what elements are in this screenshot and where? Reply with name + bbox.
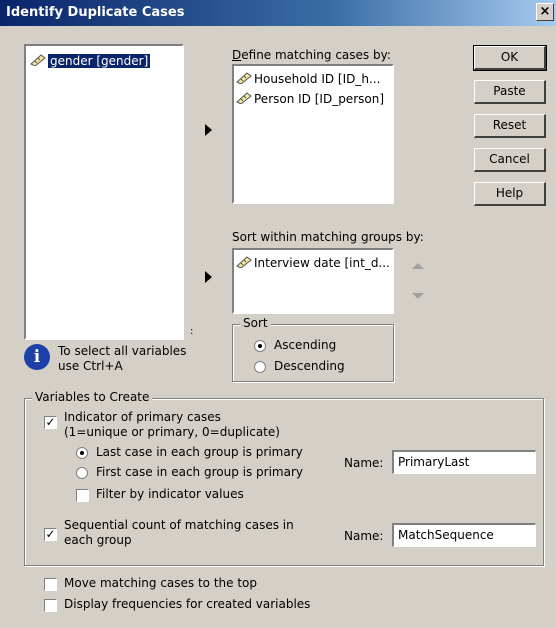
ascending-radio[interactable] <box>254 340 266 352</box>
display-frequencies-checkbox[interactable] <box>44 599 57 612</box>
info-icon: i <box>24 344 50 370</box>
ruler-icon <box>236 255 254 273</box>
ruler-icon <box>30 53 48 71</box>
last-case-radio[interactable] <box>76 447 88 459</box>
list-item-label: Household ID [ID_h... <box>254 72 381 86</box>
info-text: To select all variables use Ctrl+A <box>58 344 186 374</box>
cancel-button[interactable]: Cancel <box>474 148 546 172</box>
move-to-matching-button[interactable] <box>205 124 212 136</box>
matching-variable-list[interactable]: Household ID [ID_h... Person ID [ID_pers… <box>232 64 394 204</box>
move-to-sort-button[interactable] <box>205 271 212 283</box>
sequential-label: Sequential count of matching cases in ea… <box>64 518 294 548</box>
sequential-label-line-1: Sequential count of matching cases in <box>64 518 294 532</box>
indicator-checkbox[interactable]: ✓ <box>44 416 57 429</box>
list-item-interview-date[interactable]: Interview date [int_d... <box>236 254 390 272</box>
reset-button[interactable]: Reset <box>474 114 546 138</box>
list-item-label: Person ID [ID_person] <box>254 92 385 106</box>
variables-to-create-label: Variables to Create <box>32 390 153 404</box>
first-case-label: First case in each group is primary <box>96 465 304 479</box>
list-item-label: gender [gender] <box>46 53 152 69</box>
indicator-label: Indicator of primary cases (1=unique or … <box>64 410 280 440</box>
indicator-label-line-2: (1=unique or primary, 0=duplicate) <box>64 425 280 439</box>
sequential-checkbox[interactable]: ✓ <box>44 528 57 541</box>
sequence-name-input[interactable]: MatchSequence <box>392 523 536 547</box>
filter-label: Filter by indicator values <box>96 487 244 501</box>
sequential-label-line-2: each group <box>64 533 132 547</box>
move-matching-checkbox[interactable] <box>44 578 57 591</box>
first-case-radio[interactable] <box>76 467 88 479</box>
paste-button[interactable]: Paste <box>474 80 546 104</box>
matching-label: Define matching cases by: <box>232 48 391 62</box>
list-item-gender[interactable]: gender [gender] <box>30 52 152 71</box>
info-line-1: To select all variables <box>58 344 187 358</box>
descending-radio[interactable] <box>254 361 266 373</box>
close-icon[interactable]: × <box>536 3 554 21</box>
ruler-icon <box>236 91 254 109</box>
indicator-label-line-1: Indicator of primary cases <box>64 410 221 424</box>
sort-group <box>232 324 394 382</box>
primary-name-input[interactable]: PrimaryLast <box>392 450 536 474</box>
sort-group-label: Sort <box>240 316 271 330</box>
window-title: Identify Duplicate Cases <box>6 5 185 20</box>
list-item-household-id[interactable]: Household ID [ID_h... <box>236 70 380 88</box>
ascending-label: Ascending <box>274 338 337 352</box>
sort-variable-list[interactable]: Interview date [int_d... <box>232 248 394 314</box>
sorting-label: Sort within matching groups by: <box>232 230 424 244</box>
last-case-label: Last case in each group is primary <box>96 445 303 459</box>
list-item-person-id[interactable]: Person ID [ID_person] <box>236 90 384 108</box>
descending-label: Descending <box>274 359 345 373</box>
title-bar: Identify Duplicate Cases × <box>0 0 556 26</box>
ruler-icon <box>236 71 254 89</box>
source-variable-list[interactable]: gender [gender] <box>24 44 184 340</box>
primary-name-label: Name: <box>344 456 384 470</box>
move-matching-label: Move matching cases to the top <box>64 576 258 590</box>
sequence-name-label: Name: <box>344 529 384 543</box>
list-item-label: Interview date [int_d... <box>254 256 390 270</box>
move-down-icon[interactable] <box>412 293 424 299</box>
info-line-2: use Ctrl+A <box>58 359 123 373</box>
move-up-icon[interactable] <box>412 263 424 269</box>
list-resize-mark: : <box>190 326 194 337</box>
display-frequencies-label: Display frequencies for created variable… <box>64 597 311 611</box>
ok-button[interactable]: OK <box>473 45 547 71</box>
filter-checkbox[interactable] <box>76 489 89 502</box>
help-button[interactable]: Help <box>474 182 546 206</box>
